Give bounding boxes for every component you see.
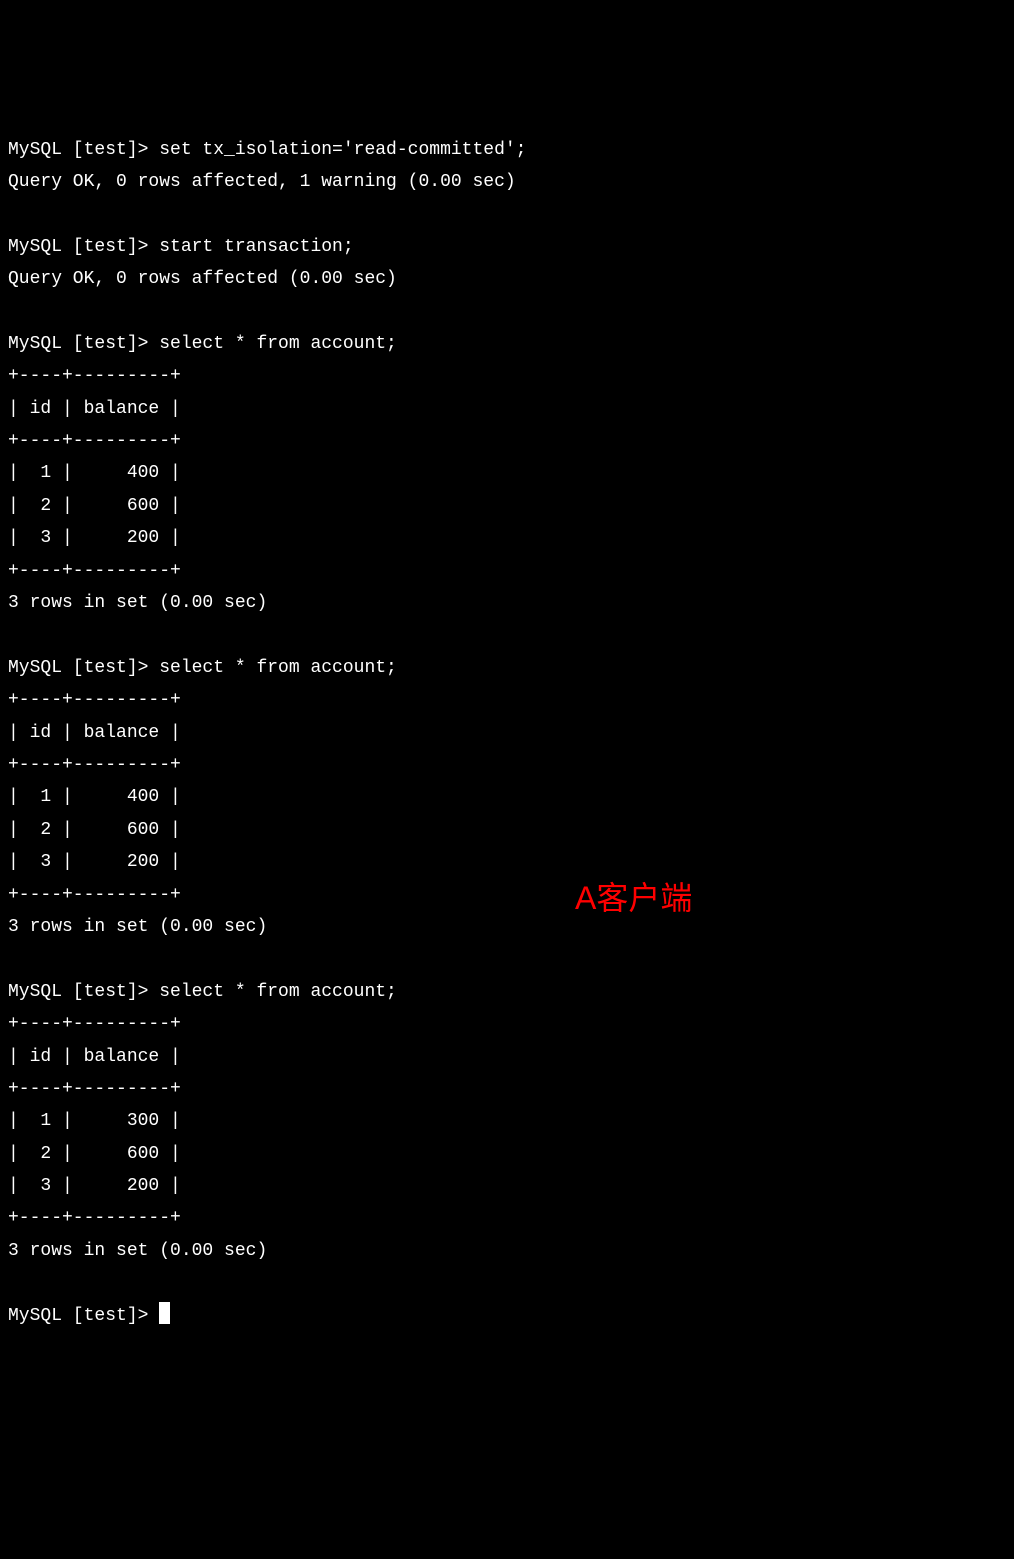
terminal-prompt: MySQL [test]> bbox=[8, 1306, 159, 1326]
terminal-line: Query OK, 0 rows affected, 1 warning (0.… bbox=[8, 166, 1006, 198]
terminal-line: +----+---------+ bbox=[8, 555, 1006, 587]
terminal-line: Query OK, 0 rows affected (0.00 sec) bbox=[8, 263, 1006, 295]
terminal-line bbox=[8, 198, 1006, 230]
annotation-label: A客户端 bbox=[575, 870, 692, 928]
terminal-line: +----+---------+ bbox=[8, 1008, 1006, 1040]
terminal-output: MySQL [test]> set tx_isolation='read-com… bbox=[8, 134, 1006, 1332]
cursor-icon bbox=[159, 1302, 170, 1324]
terminal-line: +----+---------+ bbox=[8, 360, 1006, 392]
terminal-line: MySQL [test]> start transaction; bbox=[8, 231, 1006, 263]
terminal-line: | 1 | 400 | bbox=[8, 457, 1006, 489]
terminal-line: MySQL [test]> set tx_isolation='read-com… bbox=[8, 134, 1006, 166]
terminal-line bbox=[8, 1267, 1006, 1299]
terminal-line: | id | balance | bbox=[8, 717, 1006, 749]
terminal-line bbox=[8, 619, 1006, 651]
terminal-line: | 1 | 400 | bbox=[8, 781, 1006, 813]
terminal-line: +----+---------+ bbox=[8, 684, 1006, 716]
terminal-line: | 1 | 300 | bbox=[8, 1105, 1006, 1137]
terminal-line: | id | balance | bbox=[8, 1041, 1006, 1073]
terminal-line: +----+---------+ bbox=[8, 1202, 1006, 1234]
terminal-prompt-line[interactable]: MySQL [test]> bbox=[8, 1300, 1006, 1332]
terminal-line: | 2 | 600 | bbox=[8, 1138, 1006, 1170]
terminal-line: | 3 | 200 | bbox=[8, 846, 1006, 878]
terminal-line: | 2 | 600 | bbox=[8, 814, 1006, 846]
terminal-line: MySQL [test]> select * from account; bbox=[8, 976, 1006, 1008]
terminal-line: +----+---------+ bbox=[8, 425, 1006, 457]
terminal-line: | 2 | 600 | bbox=[8, 490, 1006, 522]
terminal-line: MySQL [test]> select * from account; bbox=[8, 652, 1006, 684]
terminal-line: | 3 | 200 | bbox=[8, 1170, 1006, 1202]
terminal-line: 3 rows in set (0.00 sec) bbox=[8, 587, 1006, 619]
terminal-line: +----+---------+ bbox=[8, 879, 1006, 911]
terminal-line: +----+---------+ bbox=[8, 1073, 1006, 1105]
terminal-line bbox=[8, 943, 1006, 975]
terminal-line: | 3 | 200 | bbox=[8, 522, 1006, 554]
terminal-line: +----+---------+ bbox=[8, 749, 1006, 781]
terminal-line: 3 rows in set (0.00 sec) bbox=[8, 1235, 1006, 1267]
terminal-line bbox=[8, 296, 1006, 328]
terminal-line: MySQL [test]> select * from account; bbox=[8, 328, 1006, 360]
terminal-line: | id | balance | bbox=[8, 393, 1006, 425]
terminal-line: 3 rows in set (0.00 sec) bbox=[8, 911, 1006, 943]
